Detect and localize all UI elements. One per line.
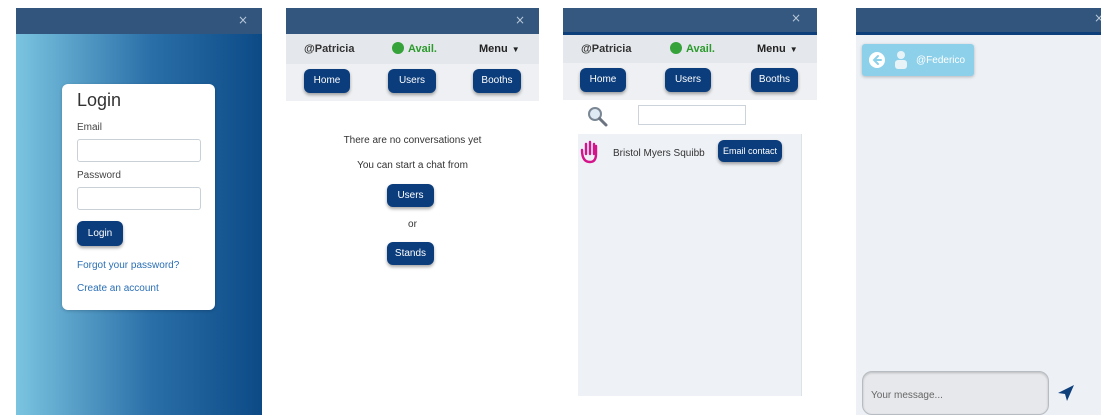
or-separator: or <box>408 219 417 230</box>
login-card: Login Email Password Login Forgot your p… <box>62 84 215 310</box>
conversations-window: × @Patricia Avail. Menu ▼ Home Users Boot… <box>286 8 539 415</box>
status-label: Avail. <box>686 43 715 55</box>
chat-contact-header: @Federico <box>862 44 974 76</box>
user-icon <box>895 51 907 69</box>
password-field[interactable] <box>77 187 201 210</box>
user-status-icon <box>670 42 682 54</box>
company-name: Bristol Myers Squibb <box>613 148 705 159</box>
start-stands-button[interactable]: Stands <box>387 242 434 265</box>
close-icon[interactable]: × <box>238 13 248 27</box>
menu-label: Menu <box>757 43 786 55</box>
home-button[interactable]: Home <box>580 68 626 92</box>
home-button[interactable]: Home <box>304 69 350 93</box>
email-contact-button[interactable]: Email contact <box>718 140 782 162</box>
empty-message: There are no conversations yet <box>343 135 482 146</box>
status-indicator[interactable]: Avail. <box>670 42 715 55</box>
users-button[interactable]: Users <box>665 68 711 92</box>
send-icon[interactable] <box>1057 384 1075 402</box>
search-input[interactable] <box>638 105 746 125</box>
start-chat-hint: You can start a chat from <box>357 160 468 171</box>
chevron-down-icon: ▼ <box>789 45 798 54</box>
titlebar: × <box>286 8 539 34</box>
email-field[interactable] <box>77 139 201 162</box>
titlebar: × <box>563 8 817 35</box>
company-logo-icon <box>580 140 598 164</box>
login-button[interactable]: Login <box>77 221 123 246</box>
chat-window: × @Federico Your message... <box>856 8 1101 415</box>
nav-bar: Home Users Booths <box>563 63 817 100</box>
list-item[interactable]: Bristol Myers Squibb Email contact <box>578 138 801 168</box>
start-users-button[interactable]: Users <box>387 184 434 207</box>
results-list: Bristol Myers Squibb Email contact <box>578 134 802 396</box>
login-title: Login <box>77 90 122 110</box>
close-icon[interactable]: × <box>515 13 525 27</box>
status-indicator[interactable]: Avail. <box>392 42 437 55</box>
titlebar: × <box>16 8 262 34</box>
user-status-icon <box>392 42 404 54</box>
chevron-down-icon: ▼ <box>511 45 520 54</box>
user-handle: @Patricia <box>304 43 355 55</box>
email-label: Email <box>77 122 103 133</box>
create-account-link[interactable]: Create an account <box>77 283 159 294</box>
user-handle: @Patricia <box>581 43 632 55</box>
user-header: @Patricia Avail. Menu ▼ <box>286 34 539 64</box>
login-window: × Login Email Password Login Forgot your… <box>16 8 262 415</box>
menu-dropdown[interactable]: Menu ▼ <box>479 43 520 55</box>
password-label: Password <box>77 170 121 181</box>
search-icon[interactable] <box>587 106 609 128</box>
users-button[interactable]: Users <box>388 69 436 93</box>
message-placeholder: Your message... <box>871 390 943 401</box>
nav-bar: Home Users Booths <box>286 64 539 101</box>
message-input[interactable]: Your message... <box>862 371 1049 415</box>
user-header: @Patricia Avail. Menu ▼ <box>563 35 817 63</box>
menu-label: Menu <box>479 43 508 55</box>
booths-button[interactable]: Booths <box>751 68 798 92</box>
close-icon[interactable]: × <box>791 11 801 25</box>
contact-handle: @Federico <box>916 55 966 66</box>
search-window: × @Patricia Avail. Menu ▼ Home Users Boot… <box>563 8 817 415</box>
menu-dropdown[interactable]: Menu ▼ <box>757 43 798 55</box>
booths-button[interactable]: Booths <box>473 69 521 93</box>
titlebar: × <box>856 8 1101 35</box>
forgot-password-link[interactable]: Forgot your password? <box>77 260 179 271</box>
close-icon[interactable]: × <box>1094 11 1101 25</box>
status-label: Avail. <box>408 43 437 55</box>
back-arrow-icon[interactable] <box>868 51 886 69</box>
